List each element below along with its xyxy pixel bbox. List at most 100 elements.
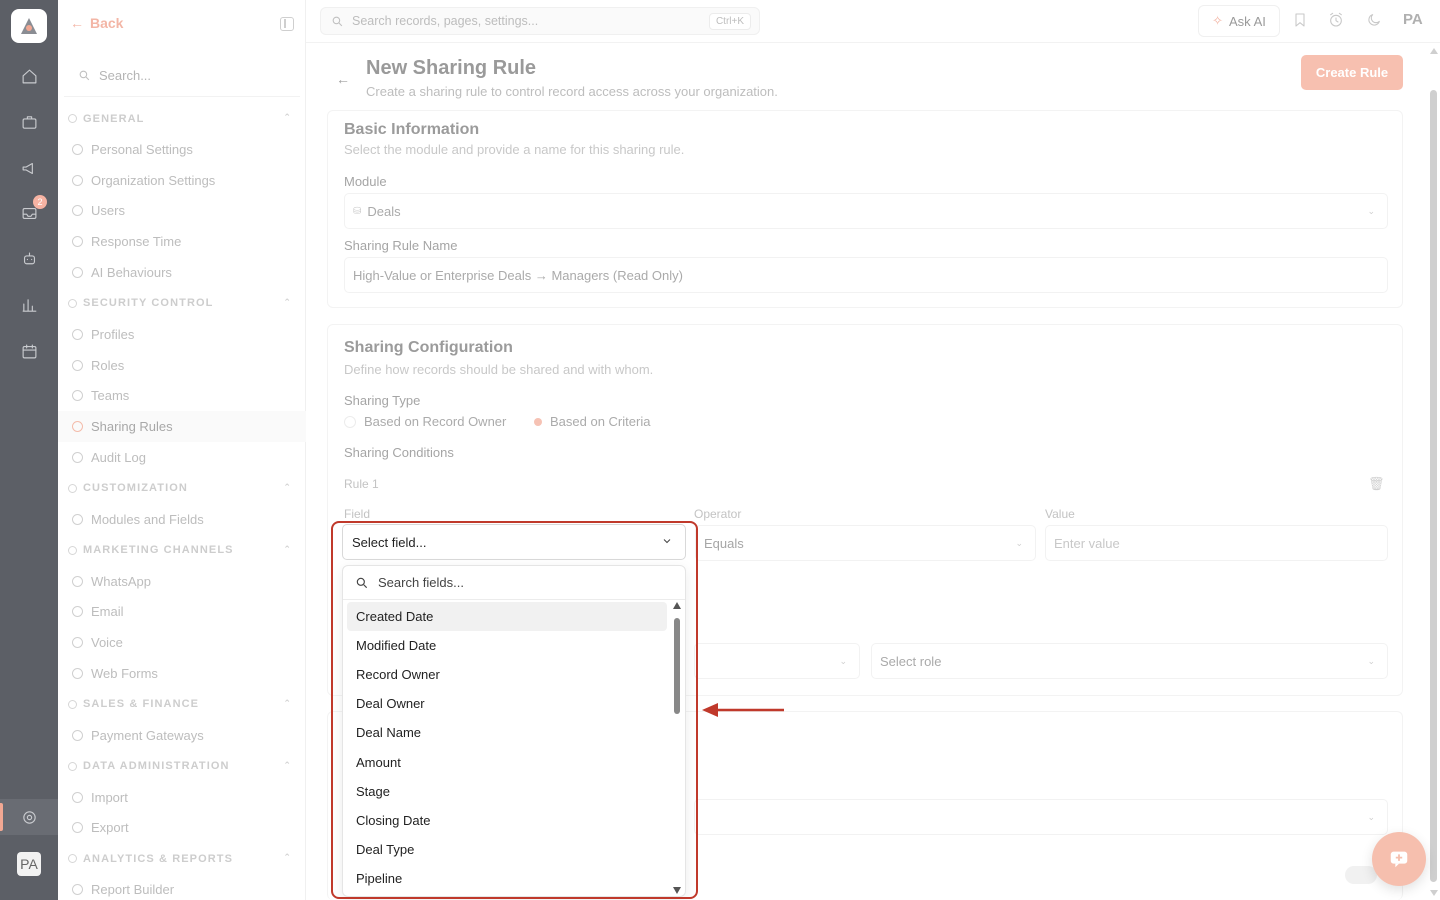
sidebar-item[interactable]: AI Behaviours: [58, 257, 306, 288]
sidebar-group-header[interactable]: MARKETING CHANNELS ⌃: [58, 535, 306, 566]
sidebar-item-label: WhatsApp: [91, 573, 151, 589]
radio-record-owner[interactable]: Based on Record Owner: [344, 414, 506, 429]
sidebar-item-label: Web Forms: [91, 666, 158, 682]
sidebar-item[interactable]: Users: [58, 196, 306, 227]
sidebar-item[interactable]: Report Builder: [58, 874, 306, 900]
role-select[interactable]: Select role ⌄: [871, 643, 1388, 679]
toggle-switch[interactable]: [1345, 866, 1377, 884]
sidebar-item[interactable]: Voice: [58, 627, 306, 658]
alarm-icon[interactable]: [1328, 12, 1346, 30]
create-rule-button[interactable]: Create Rule: [1301, 55, 1403, 90]
sidebar-group-header[interactable]: DATA ADMINISTRATION ⌃: [58, 751, 306, 782]
chevron-down-icon: ⌄: [839, 656, 847, 666]
field-option[interactable]: Modified Date: [347, 631, 667, 660]
back-arrow-icon[interactable]: ←: [336, 71, 350, 87]
operator-label: Operator: [694, 507, 742, 521]
chevron-up-icon: ⌃: [283, 296, 292, 307]
robot-icon[interactable]: [19, 249, 39, 269]
module-select[interactable]: ⛁ Deals ⌄: [344, 193, 1388, 229]
scroll-down-icon[interactable]: [673, 887, 681, 894]
app-logo[interactable]: [11, 9, 47, 43]
back-link[interactable]: ← Back: [70, 15, 123, 31]
scroll-up-icon[interactable]: [1430, 48, 1438, 54]
sidebar-item-icon: [72, 606, 83, 618]
field-select-trigger[interactable]: Select field...: [342, 524, 686, 560]
field-option[interactable]: Amount: [347, 747, 667, 776]
field-search-input[interactable]: Search fields...: [343, 566, 685, 600]
value-input[interactable]: Enter value: [1045, 525, 1388, 561]
sidebar-group-header[interactable]: ANALYTICS & REPORTS ⌃: [58, 843, 306, 874]
field-option[interactable]: Deal Owner: [347, 689, 667, 718]
home-icon[interactable]: [19, 66, 39, 86]
briefcase-icon[interactable]: [19, 112, 39, 132]
field-option[interactable]: Closing Date: [347, 806, 667, 835]
moon-icon[interactable]: [1366, 12, 1384, 30]
field-option[interactable]: Pipeline: [347, 864, 667, 893]
sidebar-item[interactable]: WhatsApp: [58, 566, 306, 597]
sidebar-item[interactable]: Teams: [58, 381, 306, 412]
sidebar-group-header[interactable]: GENERAL ⌃: [58, 103, 306, 134]
sidebar-item[interactable]: Sharing Rules: [58, 411, 306, 443]
group-icon: [68, 545, 77, 555]
sidebar-item[interactable]: Profiles: [58, 319, 306, 350]
sidebar-item[interactable]: Personal Settings: [58, 134, 306, 165]
calendar-icon[interactable]: [19, 341, 39, 361]
sidebar-item-label: Audit Log: [91, 450, 146, 466]
field-option[interactable]: Created Date: [347, 602, 667, 632]
basic-info-title: Basic Information: [344, 121, 480, 138]
sidebar-item[interactable]: Roles: [58, 350, 306, 381]
sidebar-item[interactable]: Modules and Fields: [58, 504, 306, 535]
field-option[interactable]: Record Owner: [347, 660, 667, 689]
sidebar-item-label: Export: [91, 820, 129, 836]
rail-settings-active[interactable]: [0, 799, 58, 835]
megaphone-icon[interactable]: [19, 158, 39, 178]
chevron-up-icon: ⌃: [283, 697, 292, 708]
share-with-select[interactable]: ⌄: [694, 643, 860, 679]
chat-assistant-button[interactable]: [1372, 832, 1426, 886]
field-option[interactable]: Deal Type: [347, 835, 667, 864]
sidebar-item[interactable]: Email: [58, 597, 306, 628]
chart-icon[interactable]: [19, 295, 39, 315]
group-icon: [68, 298, 77, 308]
sidebar-item-icon: [72, 174, 83, 186]
sidebar-group-header[interactable]: CUSTOMIZATION ⌃: [58, 473, 306, 504]
sidebar-item[interactable]: Web Forms: [58, 658, 306, 689]
sidebar-item[interactable]: Organization Settings: [58, 165, 306, 196]
dropdown-scrollbar[interactable]: [672, 602, 682, 896]
sharing-config-subtitle: Define how records should be shared and …: [344, 362, 654, 377]
sidebar-search-input[interactable]: Search...: [64, 55, 300, 97]
scroll-thumb[interactable]: [674, 618, 680, 714]
arrow-left-icon: ←: [70, 15, 84, 31]
sidebar-item[interactable]: Export: [58, 813, 306, 844]
sidebar-item-icon: [72, 390, 83, 402]
chevron-up-icon: ⌃: [283, 759, 292, 770]
sidebar-item[interactable]: Import: [58, 782, 306, 813]
search-icon: [332, 16, 343, 26]
field-option[interactable]: Stage: [347, 777, 667, 806]
page-scrollbar[interactable]: [1428, 44, 1440, 900]
scroll-up-icon[interactable]: [673, 602, 681, 609]
sidebar-item-icon: [72, 822, 83, 834]
sidebar-group-header[interactable]: SALES & FINANCE ⌃: [58, 689, 306, 720]
access-level-select[interactable]: ⌄: [694, 799, 1388, 835]
radio-criteria[interactable]: Based on Criteria: [534, 414, 650, 429]
ask-ai-button[interactable]: ✧ Ask AI: [1198, 5, 1280, 37]
field-option[interactable]: Deal Name: [347, 718, 667, 747]
top-user-avatar[interactable]: PA: [1403, 11, 1423, 28]
collapse-sidebar-icon[interactable]: [280, 17, 294, 31]
settings-sidebar: ← Back Search... GENERAL ⌃ Personal Setting…: [58, 0, 306, 900]
sidebar-item-icon: [72, 143, 83, 155]
sidebar-item[interactable]: Audit Log: [58, 442, 306, 473]
sidebar-group-header[interactable]: SECURITY CONTROL ⌃: [58, 288, 306, 319]
page-scroll-thumb[interactable]: [1430, 90, 1437, 882]
operator-select[interactable]: Equals ⌄: [695, 525, 1036, 561]
sidebar-item[interactable]: Payment Gateways: [58, 720, 306, 751]
global-search-input[interactable]: Search records, pages, settings... Ctrl+…: [320, 7, 760, 35]
scroll-down-icon[interactable]: [1430, 890, 1438, 896]
trash-icon[interactable]: 🗑: [1368, 476, 1385, 492]
rule-name-input[interactable]: High-Value or Enterprise Deals → Manager…: [344, 257, 1388, 293]
sidebar-item[interactable]: Response Time: [58, 226, 306, 257]
bookmark-icon[interactable]: [1292, 12, 1310, 30]
user-avatar[interactable]: PA: [17, 852, 41, 876]
sidebar-item-label: Users: [91, 203, 125, 219]
